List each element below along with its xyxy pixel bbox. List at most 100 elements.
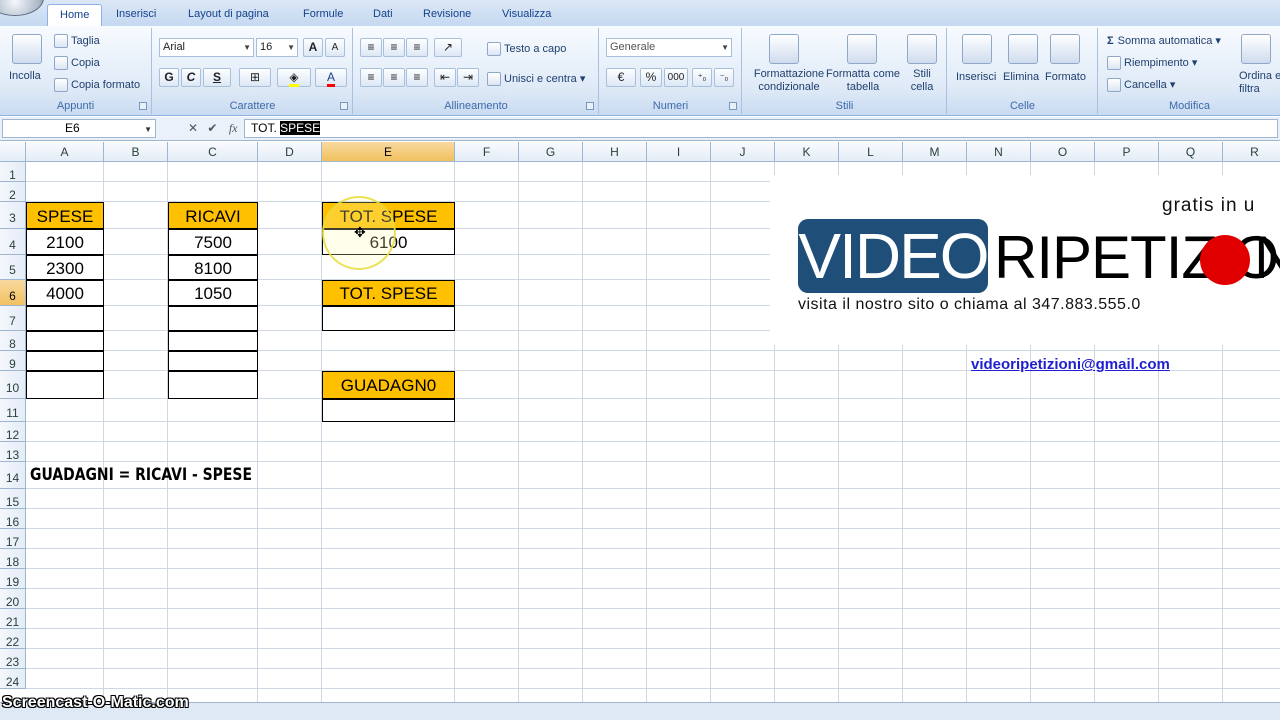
appunti-launcher-icon[interactable] [139, 102, 147, 110]
cell-c3[interactable]: RICAVI [168, 202, 258, 229]
paste-button[interactable]: Incolla [9, 69, 41, 83]
row-header-23[interactable]: 23 [0, 649, 26, 669]
cell-c5[interactable]: 8100 [168, 255, 258, 280]
row-header-22[interactable]: 22 [0, 629, 26, 649]
copy-button[interactable]: Copia [54, 56, 100, 71]
email-link[interactable]: videoripetizioni@gmail.com [971, 356, 1170, 373]
column-header-o[interactable]: O [1031, 142, 1095, 162]
tab-visualizza[interactable]: Visualizza [502, 4, 551, 26]
row-header-7[interactable]: 7 [0, 306, 26, 331]
cell-a6[interactable]: 4000 [26, 280, 104, 306]
column-header-n[interactable]: N [967, 142, 1031, 162]
formula-input[interactable]: TOT. SPESE [244, 119, 1278, 138]
align-center-button[interactable]: ≡ [383, 68, 405, 87]
font-size-combo[interactable]: 16 ▼ [256, 38, 298, 57]
row-header-16[interactable]: 16 [0, 509, 26, 529]
row-header-12[interactable]: 12 [0, 422, 26, 442]
font-color-button[interactable]: A [315, 68, 347, 87]
sort-filter-button[interactable]: Ordina e filtra [1239, 70, 1280, 96]
column-header-c[interactable]: C [168, 142, 258, 162]
cancel-icon[interactable]: ✕ [188, 121, 198, 135]
cell-e11[interactable] [322, 399, 455, 422]
align-bottom-button[interactable]: ≡ [406, 38, 428, 57]
cell-a7[interactable] [26, 306, 104, 331]
cell-a5[interactable]: 2300 [26, 255, 104, 280]
cell-c9[interactable] [168, 351, 258, 371]
autosum-button[interactable]: Σ Somma automatica ▾ [1107, 34, 1221, 48]
cell-a8[interactable] [26, 331, 104, 351]
cell-c6[interactable]: 1050 [168, 280, 258, 306]
column-header-d[interactable]: D [258, 142, 322, 162]
row-header-2[interactable]: 2 [0, 182, 26, 202]
merge-center-button[interactable]: Unisci e centra ▾ [487, 72, 585, 87]
numeri-launcher-icon[interactable] [729, 102, 737, 110]
tab-home[interactable]: Home [47, 4, 103, 26]
cell-a14[interactable]: GUADAGNI = RICAVI - SPESE [30, 462, 252, 489]
cell-e7[interactable] [322, 306, 455, 331]
fill-button[interactable]: Riempimento ▾ [1107, 56, 1197, 71]
format-cells-button[interactable]: Formato [1045, 70, 1086, 84]
align-top-button[interactable]: ≡ [360, 38, 382, 57]
column-header-e[interactable]: E [322, 142, 455, 162]
increase-decimal-button[interactable]: ⁺₀ [692, 68, 712, 87]
row-header-6[interactable]: 6 [0, 280, 26, 306]
wrap-text-button[interactable]: Testo a capo [487, 42, 566, 57]
decrease-decimal-button[interactable]: ⁻₀ [714, 68, 734, 87]
cell-a9[interactable] [26, 351, 104, 371]
select-all-corner[interactable] [0, 142, 26, 162]
row-header-5[interactable]: 5 [0, 255, 26, 280]
row-header-20[interactable]: 20 [0, 589, 26, 609]
format-painter-button[interactable]: Copia formato [54, 78, 140, 93]
cell-c8[interactable] [168, 331, 258, 351]
row-header-19[interactable]: 19 [0, 569, 26, 589]
column-header-a[interactable]: A [26, 142, 104, 162]
row-header-4[interactable]: 4 [0, 229, 26, 255]
cell-e10[interactable]: GUADAGN0 [322, 371, 455, 399]
grow-font-button[interactable]: A [303, 38, 323, 57]
column-header-m[interactable]: M [903, 142, 967, 162]
cell-c7[interactable] [168, 306, 258, 331]
align-right-button[interactable]: ≡ [406, 68, 428, 87]
row-header-10[interactable]: 10 [0, 371, 26, 399]
underline-button[interactable]: S [203, 68, 231, 87]
allineamento-launcher-icon[interactable] [586, 102, 594, 110]
clear-button[interactable]: Cancella ▾ [1107, 78, 1175, 93]
align-middle-button[interactable]: ≡ [383, 38, 405, 57]
row-header-11[interactable]: 11 [0, 399, 26, 422]
cell-c10[interactable] [168, 371, 258, 399]
row-header-9[interactable]: 9 [0, 351, 26, 371]
column-header-h[interactable]: H [583, 142, 647, 162]
row-header-21[interactable]: 21 [0, 609, 26, 629]
office-button[interactable] [0, 0, 44, 16]
row-header-8[interactable]: 8 [0, 331, 26, 351]
insert-cells-button[interactable]: Inserisci [956, 70, 996, 84]
currency-button[interactable]: € [606, 68, 636, 87]
cell-a4[interactable]: 2100 [26, 229, 104, 255]
tab-inserisci[interactable]: Inserisci [116, 4, 156, 26]
tab-dati[interactable]: Dati [373, 4, 393, 26]
font-name-combo[interactable]: Arial ▼ [159, 38, 254, 57]
row-header-3[interactable]: 3 [0, 202, 26, 229]
bold-button[interactable]: G [159, 68, 179, 87]
decrease-indent-button[interactable]: ⇤ [434, 68, 456, 87]
fill-color-button[interactable]: ◈ [277, 68, 311, 87]
shrink-font-button[interactable]: A [325, 38, 345, 57]
fx-icon[interactable]: fx [229, 121, 238, 135]
column-header-r[interactable]: R [1223, 142, 1280, 162]
row-header-13[interactable]: 13 [0, 442, 26, 462]
borders-button[interactable]: ⊞ [239, 68, 271, 87]
column-header-b[interactable]: B [104, 142, 168, 162]
column-header-g[interactable]: G [519, 142, 583, 162]
number-format-combo[interactable]: Generale ▼ [606, 38, 732, 57]
cut-button[interactable]: Taglia [54, 34, 100, 49]
column-header-k[interactable]: K [775, 142, 839, 162]
format-as-table-button[interactable]: Formatta come tabella [825, 68, 901, 94]
row-header-14[interactable]: 14 [0, 462, 26, 489]
column-header-l[interactable]: L [839, 142, 903, 162]
row-header-18[interactable]: 18 [0, 549, 26, 569]
column-header-j[interactable]: J [711, 142, 775, 162]
row-header-1[interactable]: 1 [0, 162, 26, 182]
row-header-17[interactable]: 17 [0, 529, 26, 549]
align-left-button[interactable]: ≡ [360, 68, 382, 87]
percent-button[interactable]: % [640, 68, 662, 87]
